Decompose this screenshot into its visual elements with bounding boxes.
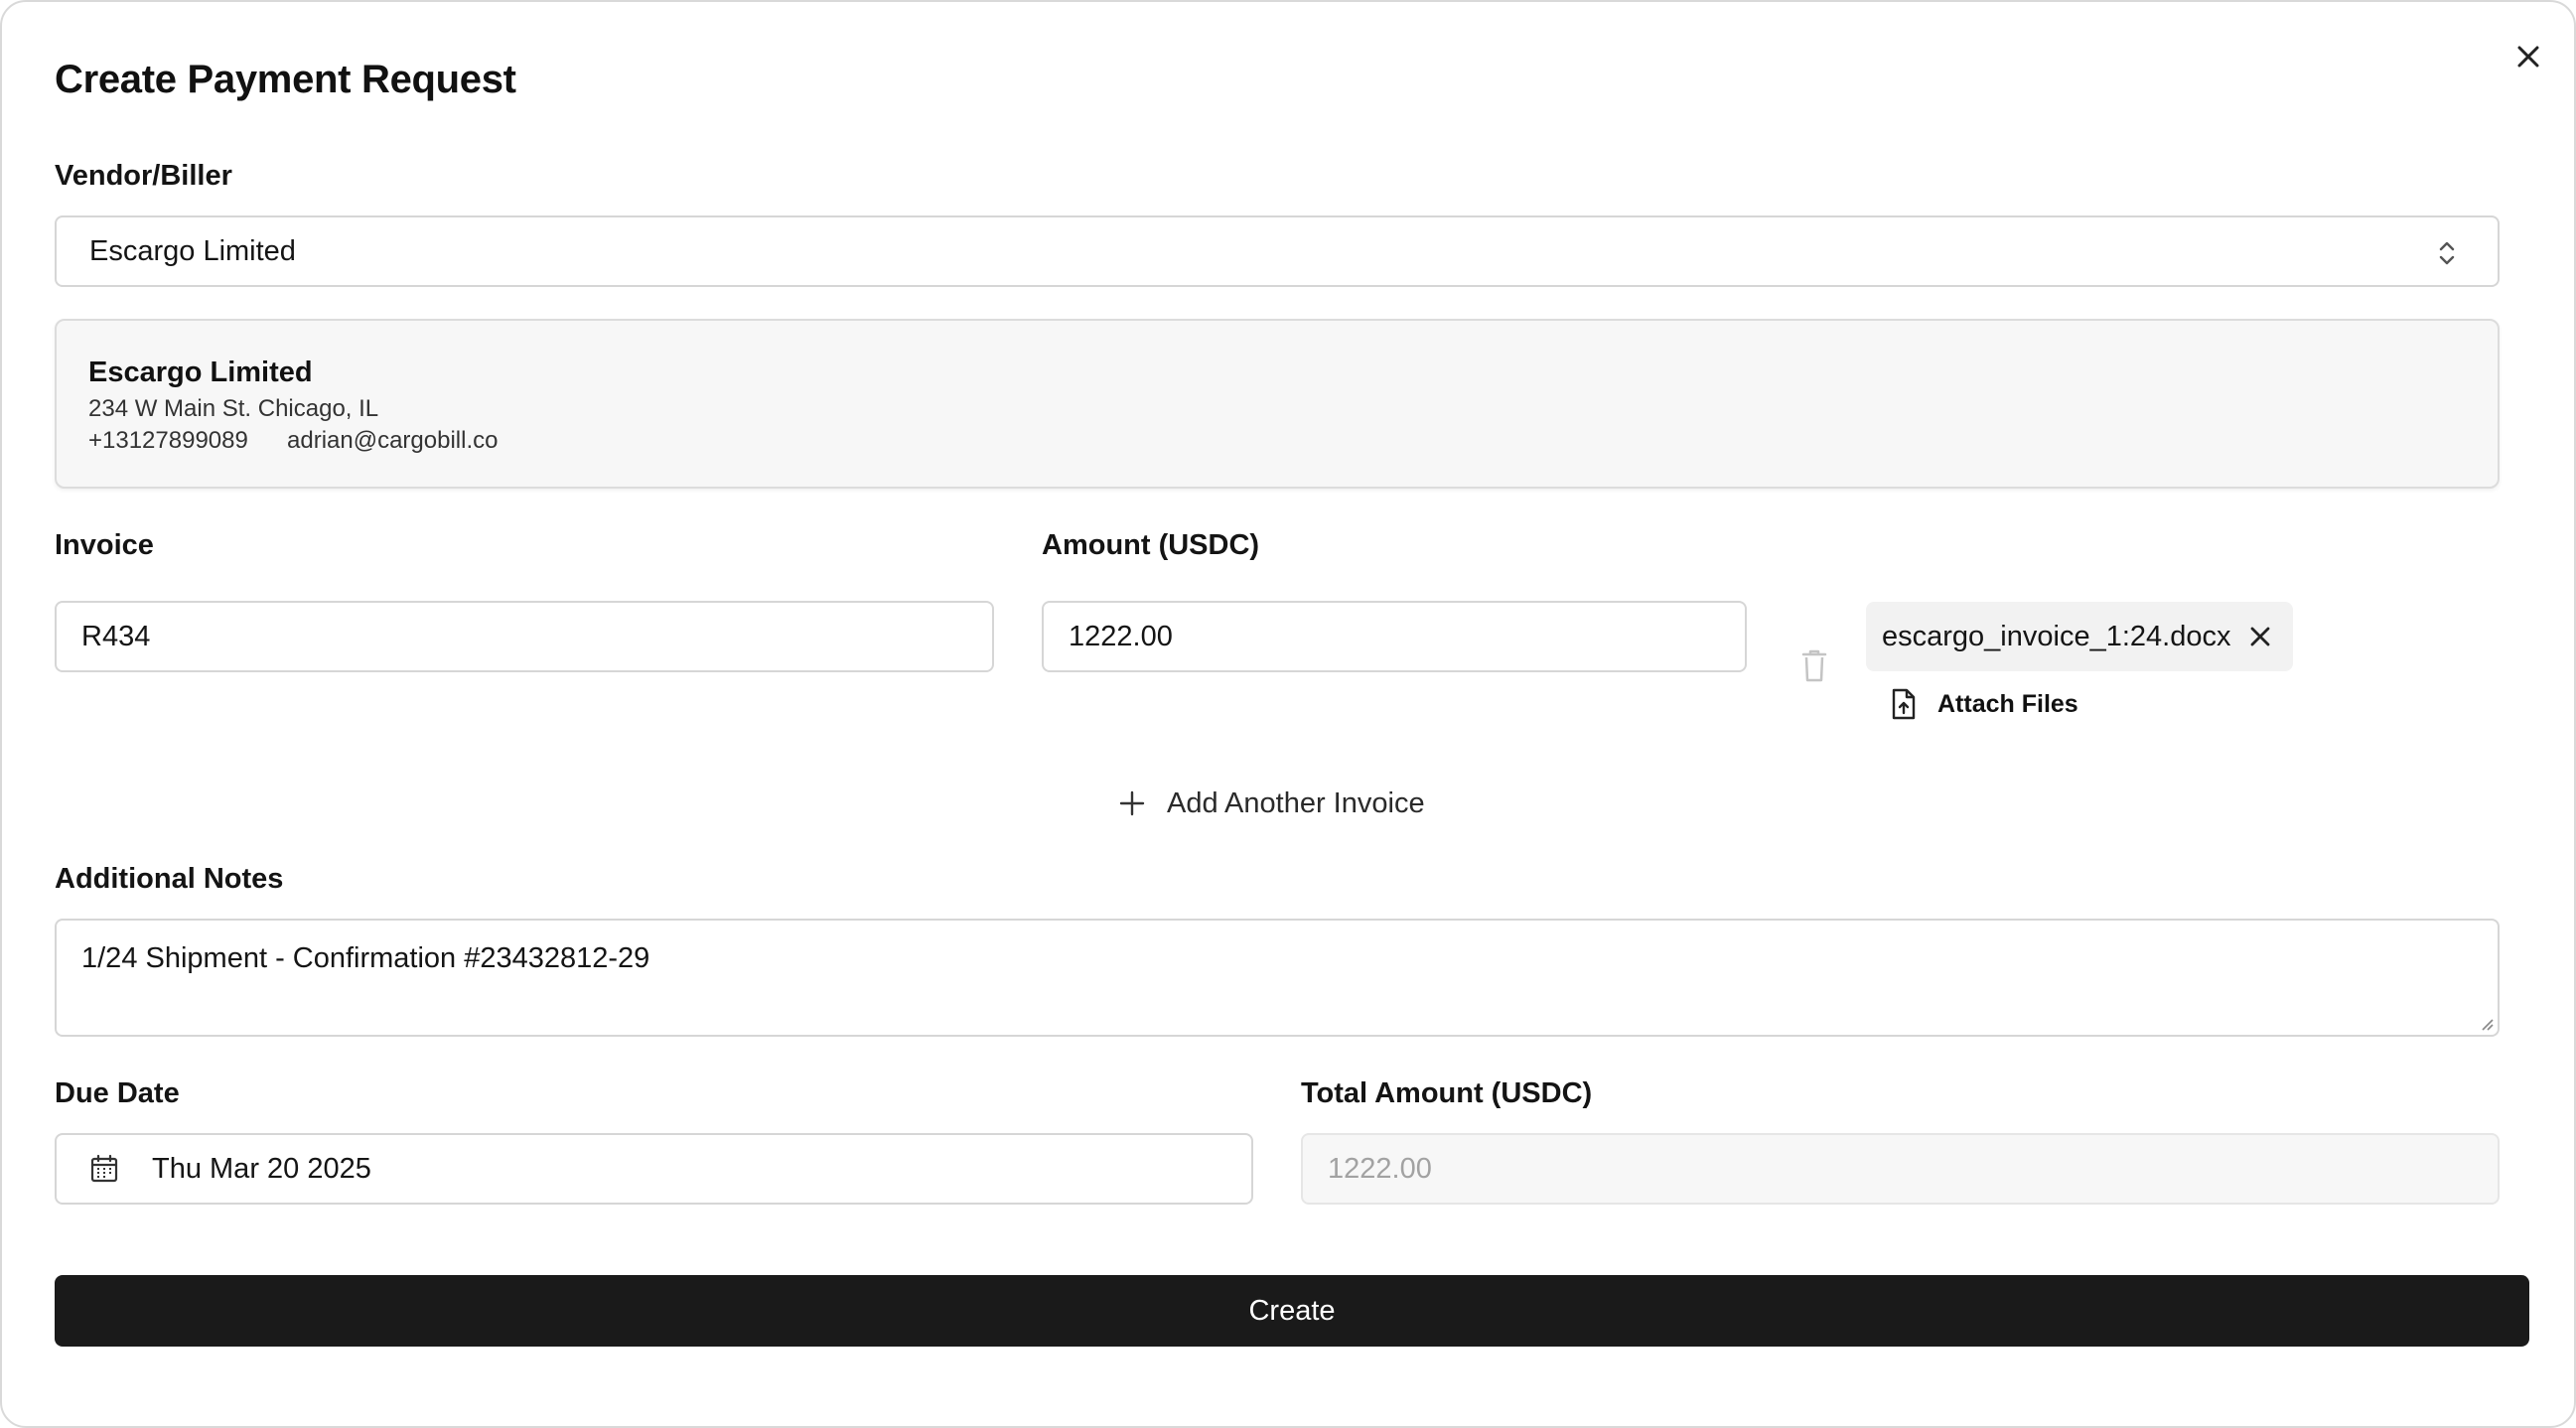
close-icon[interactable] [2513, 42, 2543, 71]
vendor-select-value: Escargo Limited [89, 234, 296, 267]
vendor-phone: +13127899089 [88, 427, 248, 454]
due-date-input[interactable]: Thu Mar 20 2025 [55, 1133, 1253, 1205]
attach-files-label: Attach Files [1937, 689, 2078, 718]
add-invoice-button[interactable]: Add Another Invoice [1119, 784, 1425, 823]
file-upload-icon [1890, 687, 1918, 721]
calendar-icon [89, 1154, 119, 1184]
due-date-value: Thu Mar 20 2025 [152, 1152, 371, 1185]
notes-value: 1/24 Shipment - Confirmation #23432812-2… [81, 942, 650, 974]
attachment-filename: escargo_invoice_1:24.docx [1882, 620, 2231, 652]
total-amount-label: Total Amount (USDC) [1301, 1077, 1593, 1109]
total-amount-field: 1222.00 [1301, 1133, 2500, 1205]
dialog-title: Create Payment Request [55, 58, 516, 101]
vendor-name: Escargo Limited [88, 357, 313, 388]
create-button-label: Create [1248, 1294, 1336, 1327]
amount-value: 1222.00 [1069, 620, 1173, 652]
vendor-label: Vendor/Biller [55, 160, 232, 192]
remove-attachment-icon[interactable] [2249, 626, 2271, 647]
vendor-email: adrian@cargobill.co [287, 427, 499, 454]
trash-icon[interactable] [1799, 647, 1829, 683]
chevron-up-down-icon [2436, 239, 2458, 267]
due-date-label: Due Date [55, 1077, 180, 1109]
vendor-address: 234 W Main St. Chicago, IL [88, 395, 379, 422]
attach-files-button[interactable]: Attach Files [1890, 685, 2078, 723]
notes-textarea[interactable]: 1/24 Shipment - Confirmation #23432812-2… [55, 919, 2500, 1037]
notes-label: Additional Notes [55, 863, 284, 895]
invoice-label: Invoice [55, 529, 154, 561]
amount-input[interactable]: 1222.00 [1042, 601, 1747, 672]
payment-request-dialog: Create Payment Request Vendor/Biller Esc… [0, 0, 2576, 1428]
create-button[interactable]: Create [55, 1275, 2529, 1347]
add-invoice-label: Add Another Invoice [1167, 786, 1425, 819]
invoice-number-value: R434 [81, 620, 151, 652]
vendor-select[interactable]: Escargo Limited [55, 215, 2500, 287]
plus-icon [1119, 790, 1145, 816]
invoice-number-input[interactable]: R434 [55, 601, 994, 672]
total-amount-value: 1222.00 [1328, 1152, 1432, 1185]
attachment-chip: escargo_invoice_1:24.docx [1866, 602, 2293, 671]
amount-label: Amount (USDC) [1042, 529, 1260, 561]
resize-handle-icon[interactable] [2478, 1015, 2494, 1031]
vendor-details-card: Escargo Limited 234 W Main St. Chicago, … [55, 319, 2500, 489]
